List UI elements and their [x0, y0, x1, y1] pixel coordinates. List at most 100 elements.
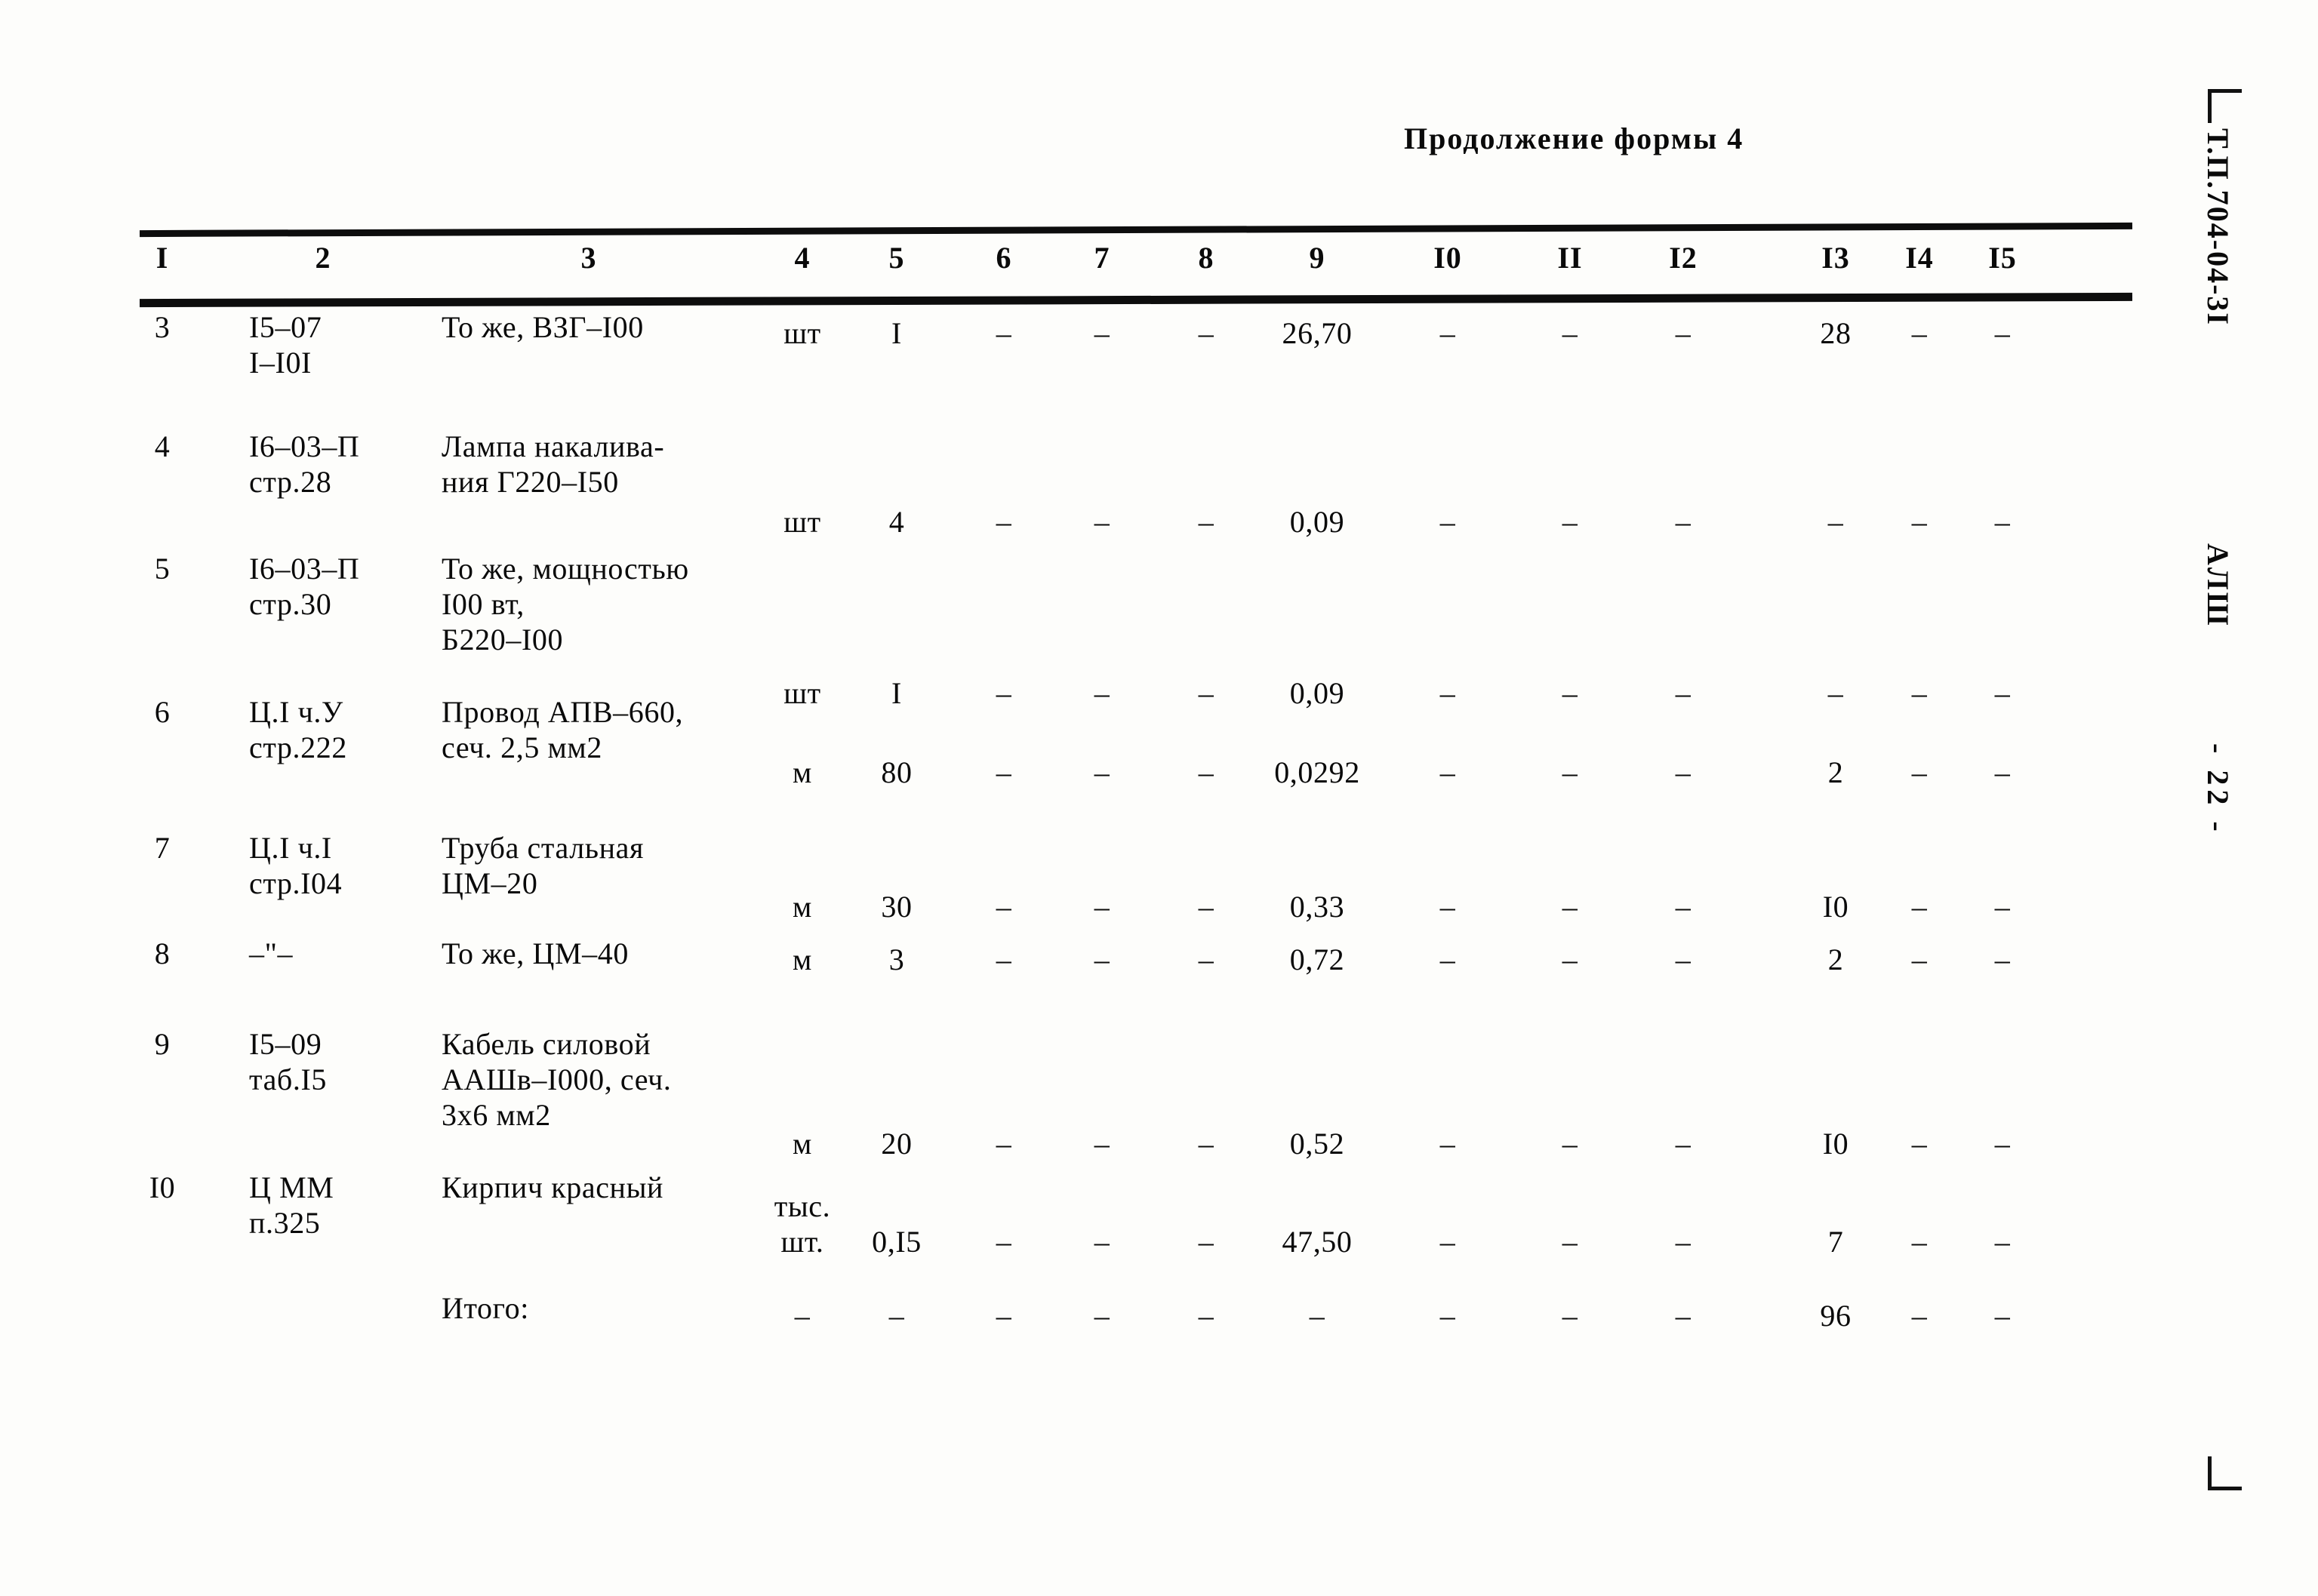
- row-unit-cell: м: [793, 943, 812, 976]
- row-unit-cell: –: [794, 1299, 811, 1333]
- table-top-rule: [139, 222, 2133, 238]
- row-col12-cell: –: [1675, 316, 1692, 350]
- column-header-2: 2: [315, 241, 331, 275]
- row-name-cell: Провод АПВ–660, сеч. 2,5 мм2: [442, 695, 684, 765]
- row-col13-cell: 28: [1820, 316, 1852, 350]
- column-header-15: I5: [1988, 241, 2017, 275]
- row-col7-cell: –: [1094, 1127, 1110, 1161]
- row-unit-cell: м: [793, 890, 812, 924]
- row-col12-cell: –: [1675, 505, 1692, 539]
- row-name-cell: Лампа накалива- ния Г220–I50: [442, 429, 665, 500]
- column-header-8: 8: [1198, 241, 1214, 275]
- row-name-cell: То же, ВЗГ–I00: [442, 310, 644, 344]
- row-reference-cell: I5–07 I–I0I: [249, 310, 322, 380]
- row-reference-cell: Ц.I ч.I стр.I04: [249, 831, 343, 901]
- row-col9-cell: 0,52: [1289, 1127, 1345, 1161]
- row-number-cell: 9: [154, 1027, 171, 1061]
- row-col15-cell: –: [1994, 755, 2011, 789]
- column-header-1: I: [155, 241, 169, 275]
- row-quantity-cell: 20: [881, 1127, 913, 1161]
- row-col7-cell: –: [1094, 755, 1110, 789]
- row-col14-cell: –: [1911, 505, 1928, 539]
- row-number-cell: 4: [154, 429, 171, 463]
- row-col9-cell: 0,09: [1289, 676, 1345, 710]
- row-col13-cell: –: [1827, 505, 1844, 539]
- row-col7-cell: –: [1094, 316, 1110, 350]
- row-col13-cell: 2: [1827, 755, 1844, 789]
- row-col14-cell: –: [1911, 676, 1928, 710]
- row-col12-cell: –: [1675, 1225, 1692, 1259]
- row-col10-cell: –: [1439, 1299, 1456, 1333]
- row-col14-cell: –: [1911, 1127, 1928, 1161]
- column-header-11: II: [1557, 241, 1583, 275]
- margin-series-label: АЛШ: [2201, 543, 2235, 628]
- row-col9-cell: 26,70: [1282, 316, 1353, 350]
- row-col11-cell: –: [1562, 1299, 1578, 1333]
- row-col13-cell: 7: [1827, 1225, 1844, 1259]
- row-col11-cell: –: [1562, 943, 1578, 976]
- row-col10-cell: –: [1439, 316, 1456, 350]
- row-number-cell: 3: [154, 310, 171, 344]
- row-col7-cell: –: [1094, 1299, 1110, 1333]
- row-col6-cell: –: [996, 505, 1012, 539]
- row-col12-cell: –: [1675, 676, 1692, 710]
- column-header-5: 5: [888, 241, 905, 275]
- row-col15-cell: –: [1994, 316, 2011, 350]
- row-col6-cell: –: [996, 890, 1012, 924]
- column-header-12: I2: [1669, 241, 1698, 275]
- row-name-cell: Кирпич красный: [442, 1170, 664, 1204]
- row-col14-cell: –: [1911, 316, 1928, 350]
- row-col9-cell: –: [1309, 1299, 1325, 1333]
- row-col15-cell: –: [1994, 1299, 2011, 1333]
- row-reference-cell: I6–03–П стр.30: [249, 552, 360, 622]
- row-col14-cell: –: [1911, 755, 1928, 789]
- row-col15-cell: –: [1994, 676, 2011, 710]
- row-quantity-cell: 30: [881, 890, 913, 924]
- row-col15-cell: –: [1994, 1127, 2011, 1161]
- row-col11-cell: –: [1562, 1127, 1578, 1161]
- row-col10-cell: –: [1439, 676, 1456, 710]
- scanned-page: Продолжение формы 4 I 2 3 4 5 6 7 8 9 I0 II I2 I3 I4 I…: [0, 0, 2318, 1596]
- row-col9-cell: 0,09: [1289, 505, 1345, 539]
- row-reference-cell: I6–03–П стр.28: [249, 429, 360, 500]
- row-col10-cell: –: [1439, 1127, 1456, 1161]
- row-col8-cell: –: [1198, 890, 1214, 924]
- row-number-cell: 7: [154, 831, 171, 865]
- row-col12-cell: –: [1675, 890, 1692, 924]
- row-col13-cell: I0: [1822, 1127, 1849, 1161]
- table-header-bottom-rule: [139, 292, 2133, 308]
- row-name-cell: Итого:: [442, 1291, 529, 1325]
- row-col8-cell: –: [1198, 1299, 1214, 1333]
- row-quantity-cell: –: [888, 1299, 905, 1333]
- continuation-caption: Продолжение формы 4: [1404, 121, 1744, 155]
- row-col14-cell: –: [1911, 890, 1928, 924]
- row-reference-cell: –"–: [249, 936, 294, 970]
- column-header-6: 6: [996, 241, 1012, 275]
- row-unit-cell: тыс. шт.: [774, 1189, 831, 1259]
- row-col8-cell: –: [1198, 505, 1214, 539]
- row-quantity-cell: I: [891, 316, 902, 350]
- row-col8-cell: –: [1198, 1127, 1214, 1161]
- row-number-cell: 5: [154, 552, 171, 586]
- row-col7-cell: –: [1094, 890, 1110, 924]
- row-col11-cell: –: [1562, 505, 1578, 539]
- crop-mark-bottom-right-icon: [2208, 1456, 2242, 1490]
- column-header-7: 7: [1094, 241, 1110, 275]
- row-col11-cell: –: [1562, 1225, 1578, 1259]
- row-reference-cell: Ц.I ч.У стр.222: [249, 695, 347, 765]
- row-quantity-cell: 4: [888, 505, 905, 539]
- row-col12-cell: –: [1675, 1299, 1692, 1333]
- row-number-cell: 8: [154, 936, 171, 970]
- row-col9-cell: 47,50: [1282, 1225, 1353, 1259]
- row-name-cell: То же, мощностью I00 вт, Б220–I00: [442, 552, 689, 657]
- row-col13-cell: –: [1827, 676, 1844, 710]
- row-unit-cell: м: [793, 1127, 812, 1161]
- row-col8-cell: –: [1198, 755, 1214, 789]
- row-col7-cell: –: [1094, 943, 1110, 976]
- crop-mark-top-right-icon: [2208, 89, 2242, 123]
- row-col12-cell: –: [1675, 1127, 1692, 1161]
- row-col8-cell: –: [1198, 943, 1214, 976]
- row-col6-cell: –: [996, 943, 1012, 976]
- row-col6-cell: –: [996, 755, 1012, 789]
- row-col15-cell: –: [1994, 890, 2011, 924]
